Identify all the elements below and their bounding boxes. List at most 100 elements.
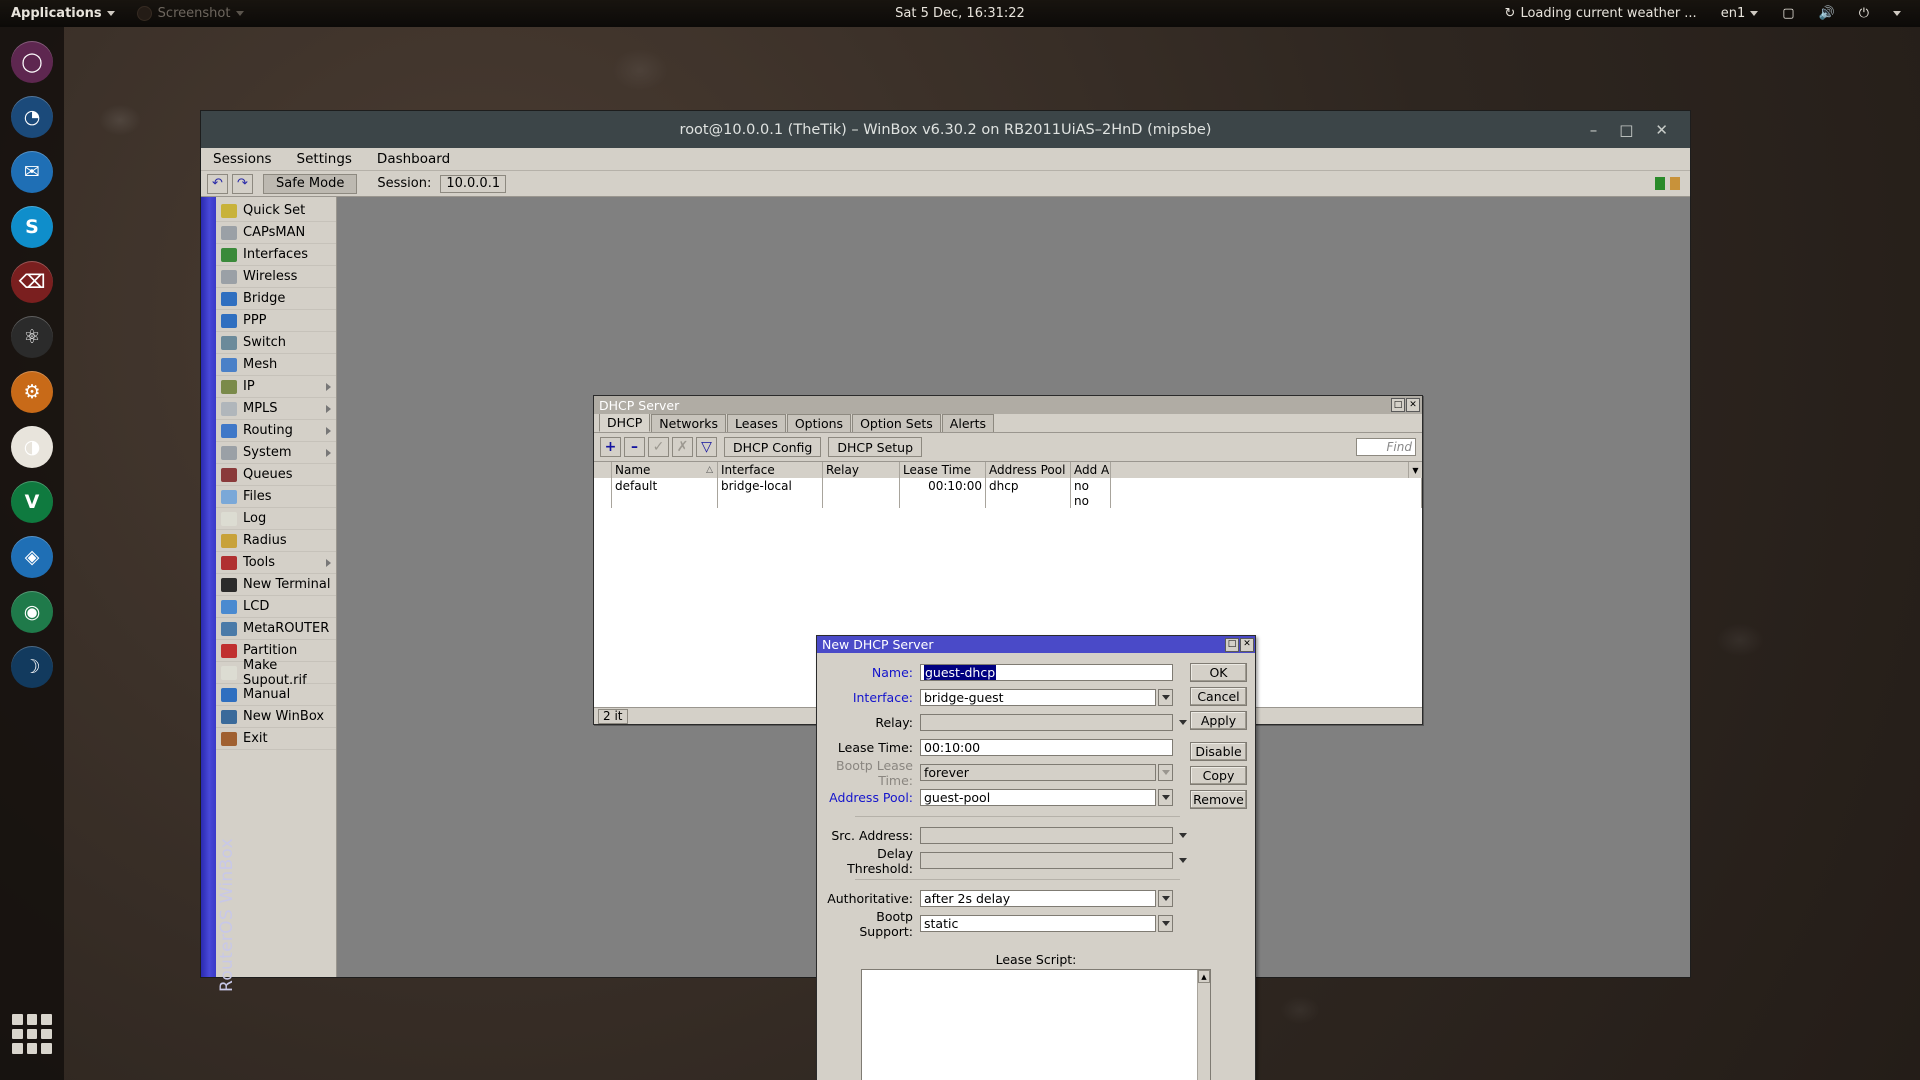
dock-item-firefox[interactable]: ◔ bbox=[11, 96, 53, 138]
tab-networks[interactable]: Networks bbox=[651, 414, 727, 432]
undo-icon[interactable]: ↶ bbox=[207, 173, 228, 194]
dock-item-toggles[interactable]: ◉ bbox=[11, 591, 53, 633]
header-cell-name[interactable]: Name △ bbox=[612, 462, 718, 478]
tab-alerts[interactable]: Alerts bbox=[941, 414, 995, 432]
sidebar-item-exit[interactable]: Exit bbox=[216, 728, 336, 750]
dropdown-relay-chevron-down-icon[interactable] bbox=[1175, 714, 1190, 731]
column-chooser-icon[interactable]: ▼ bbox=[1408, 462, 1422, 478]
input-src-address[interactable] bbox=[920, 827, 1173, 844]
remove-button[interactable]: Remove bbox=[1190, 790, 1247, 809]
close-button[interactable]: ✕ bbox=[1406, 398, 1420, 412]
sidebar-item-routing[interactable]: Routing bbox=[216, 420, 336, 442]
dropdown-authoritative-chevron-down-icon[interactable] bbox=[1158, 890, 1173, 907]
sidebar-item-files[interactable]: Files bbox=[216, 486, 336, 508]
table-row[interactable]: default bridge-local 00:10:00 dhcp no bbox=[594, 478, 1422, 493]
dhcp-config-button[interactable]: DHCP Config bbox=[724, 437, 822, 457]
close-button[interactable]: ✕ bbox=[1240, 637, 1254, 652]
header-cell-add-arp[interactable]: Add A... bbox=[1071, 462, 1111, 478]
dropdown-delay-threshold-chevron-down-icon[interactable] bbox=[1175, 852, 1190, 869]
weather-indicator[interactable]: ↻ Loading current weather ... bbox=[1494, 0, 1708, 27]
input-authoritative[interactable]: after 2s delay bbox=[920, 890, 1156, 907]
lease-script-input[interactable] bbox=[862, 970, 1197, 1080]
dock-item-settings[interactable]: ⚙ bbox=[11, 371, 53, 413]
dhcp-setup-button[interactable]: DHCP Setup bbox=[828, 437, 923, 457]
safe-mode-button[interactable]: Safe Mode bbox=[263, 173, 358, 194]
dock-item-terminal[interactable]: ⌫ bbox=[11, 261, 53, 303]
dropdown-interface-chevron-down-icon[interactable] bbox=[1158, 689, 1173, 706]
new-dhcp-dialog-titlebar[interactable]: New DHCP Server □ ✕ bbox=[817, 636, 1255, 653]
tab-leases[interactable]: Leases bbox=[727, 414, 786, 432]
find-input[interactable]: Find bbox=[1356, 438, 1416, 456]
remove-button[interactable]: – bbox=[624, 437, 645, 457]
header-cell-lease-time[interactable]: Lease Time bbox=[900, 462, 986, 478]
sidebar-item-lcd[interactable]: LCD bbox=[216, 596, 336, 618]
sidebar-item-capsman[interactable]: CAPsMAN bbox=[216, 222, 336, 244]
taskbar-item-screenshot[interactable]: Screenshot bbox=[126, 0, 256, 27]
dock-item-virtualbox[interactable]: ◈ bbox=[11, 536, 53, 578]
tab-dhcp[interactable]: DHCP bbox=[599, 413, 651, 432]
disable-button[interactable]: ✗ bbox=[672, 437, 693, 457]
dhcp-server-titlebar[interactable]: DHCP Server □ ✕ bbox=[594, 396, 1422, 414]
show-applications-grid[interactable] bbox=[12, 1014, 52, 1054]
scroll-up-icon[interactable]: ▲ bbox=[1198, 970, 1210, 983]
input-interface[interactable]: bridge-guest bbox=[920, 689, 1156, 706]
maximize-button[interactable]: □ bbox=[1225, 637, 1239, 652]
sidebar-item-make-supout-rif[interactable]: Make Supout.rif bbox=[216, 658, 336, 688]
system-menu-caret[interactable] bbox=[1882, 0, 1912, 27]
sidebar-item-metarouter[interactable]: MetaROUTER bbox=[216, 618, 336, 640]
sidebar-item-radius[interactable]: Radius bbox=[216, 530, 336, 552]
header-cell-relay[interactable]: Relay bbox=[823, 462, 900, 478]
tab-options[interactable]: Options bbox=[786, 414, 852, 432]
redo-icon[interactable]: ↷ bbox=[232, 173, 253, 194]
input-delay-threshold[interactable] bbox=[920, 852, 1173, 869]
maximize-button[interactable]: □ bbox=[1391, 398, 1405, 412]
lease-script-scrollbar[interactable]: ▲ ▼ bbox=[1197, 970, 1210, 1080]
input-bootp-support[interactable]: static bbox=[920, 915, 1156, 932]
enable-button[interactable]: ✓ bbox=[648, 437, 669, 457]
input-bootp-lease-time[interactable]: forever bbox=[920, 764, 1156, 781]
dock-item-moon-app[interactable]: ☽ bbox=[11, 646, 53, 688]
dock-item-atom-editor[interactable]: ⚛ bbox=[11, 316, 53, 358]
header-cell-interface[interactable]: Interface bbox=[718, 462, 823, 478]
winbox-titlebar[interactable]: root@10.0.0.1 (TheTik) – WinBox v6.30.2 … bbox=[201, 111, 1690, 148]
applications-menu[interactable]: Applications bbox=[0, 0, 126, 27]
keyboard-layout-indicator[interactable]: en1 bbox=[1710, 0, 1770, 27]
sidebar-item-queues[interactable]: Queues bbox=[216, 464, 336, 486]
dropdown-bootp-lease-time-chevron-down-icon[interactable] bbox=[1158, 764, 1173, 781]
dropdown-bootp-support-chevron-down-icon[interactable] bbox=[1158, 915, 1173, 932]
volume-icon[interactable]: 🔊 bbox=[1808, 0, 1846, 27]
sidebar-item-interfaces[interactable]: Interfaces bbox=[216, 244, 336, 266]
dropdown-address-pool-chevron-down-icon[interactable] bbox=[1158, 789, 1173, 806]
dock-item-ubuntu-software[interactable]: ◯ bbox=[11, 41, 53, 83]
copy-button[interactable]: Copy bbox=[1190, 766, 1247, 785]
dock-item-thunderbird-mail[interactable]: ✉ bbox=[11, 151, 53, 193]
dock-item-skype[interactable]: S bbox=[11, 206, 53, 248]
sidebar-item-tools[interactable]: Tools bbox=[216, 552, 336, 574]
dock-item-files[interactable]: ◑ bbox=[11, 426, 53, 468]
sidebar-item-ppp[interactable]: PPP bbox=[216, 310, 336, 332]
add-button[interactable]: + bbox=[600, 437, 621, 457]
sidebar-item-quick-set[interactable]: Quick Set bbox=[216, 200, 336, 222]
disable-button[interactable]: Disable bbox=[1190, 742, 1247, 761]
sidebar-item-mesh[interactable]: Mesh bbox=[216, 354, 336, 376]
tab-option-sets[interactable]: Option Sets bbox=[852, 414, 941, 432]
sidebar-item-new-winbox[interactable]: New WinBox bbox=[216, 706, 336, 728]
power-icon[interactable]: ⏻ bbox=[1848, 0, 1880, 27]
sidebar-item-wireless[interactable]: Wireless bbox=[216, 266, 336, 288]
input-name[interactable]: guest-dhcp bbox=[920, 664, 1173, 681]
input-relay[interactable] bbox=[920, 714, 1173, 731]
sidebar-item-log[interactable]: Log bbox=[216, 508, 336, 530]
session-value[interactable]: 10.0.0.1 bbox=[440, 174, 507, 193]
filter-icon[interactable]: ▽ bbox=[696, 437, 717, 457]
header-cell-address-pool[interactable]: Address Pool bbox=[986, 462, 1071, 478]
sidebar-item-bridge[interactable]: Bridge bbox=[216, 288, 336, 310]
dock-item-vim[interactable]: V bbox=[11, 481, 53, 523]
sidebar-item-new-terminal[interactable]: New Terminal bbox=[216, 574, 336, 596]
menu-dashboard[interactable]: Dashboard bbox=[373, 149, 454, 169]
display-icon[interactable]: ▢ bbox=[1771, 0, 1805, 27]
input-lease-time[interactable]: 00:10:00 bbox=[920, 739, 1173, 756]
ok-button[interactable]: OK bbox=[1190, 663, 1247, 682]
sidebar-item-mpls[interactable]: MPLS bbox=[216, 398, 336, 420]
sidebar-item-manual[interactable]: Manual bbox=[216, 684, 336, 706]
input-address-pool[interactable]: guest-pool bbox=[920, 789, 1156, 806]
